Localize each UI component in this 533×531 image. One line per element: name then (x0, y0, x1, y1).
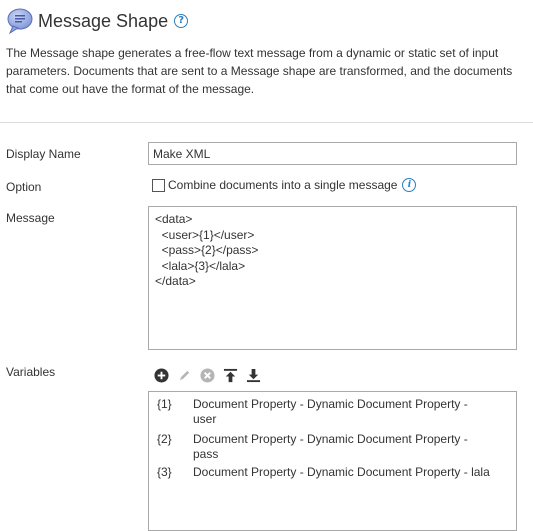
add-icon[interactable] (153, 367, 169, 383)
variable-key: {2} (157, 432, 172, 446)
display-name-label: Display Name (6, 147, 81, 161)
option-label: Option (6, 180, 42, 194)
help-icon[interactable]: ? (174, 14, 189, 28)
info-icon[interactable]: i (402, 178, 417, 192)
variable-value: Document Property - Dynamic Document Pro… (193, 465, 490, 479)
variable-value: Document Property - Dynamic Document Pro… (193, 397, 468, 426)
delete-icon[interactable] (199, 367, 215, 383)
page-header: Message Shape ? (6, 6, 189, 36)
variables-label: Variables (6, 365, 56, 379)
display-name-input[interactable] (148, 142, 517, 165)
variables-toolbar (153, 367, 268, 383)
combine-label[interactable]: Combine documents into a single message (168, 178, 397, 192)
section-divider (0, 122, 533, 123)
variable-key: {3} (157, 465, 172, 479)
combine-option: Combine documents into a single message … (152, 178, 417, 192)
message-textarea[interactable]: <data> <user>{1}</user> <pass>{2}</pass>… (148, 206, 517, 350)
shape-description: The Message shape generates a free-flow … (6, 46, 513, 96)
edit-icon[interactable] (176, 367, 192, 383)
move-top-icon[interactable] (222, 367, 238, 383)
variable-key: {1} (157, 397, 172, 411)
variables-list[interactable]: {1} Document Property - Dynamic Document… (148, 391, 517, 531)
combine-checkbox[interactable] (152, 178, 165, 192)
message-shape-icon (6, 7, 34, 35)
message-label: Message (6, 211, 55, 225)
move-bottom-icon[interactable] (245, 367, 261, 383)
page-title: Message Shape (38, 10, 169, 31)
variable-value: Document Property - Dynamic Document Pro… (193, 432, 468, 461)
